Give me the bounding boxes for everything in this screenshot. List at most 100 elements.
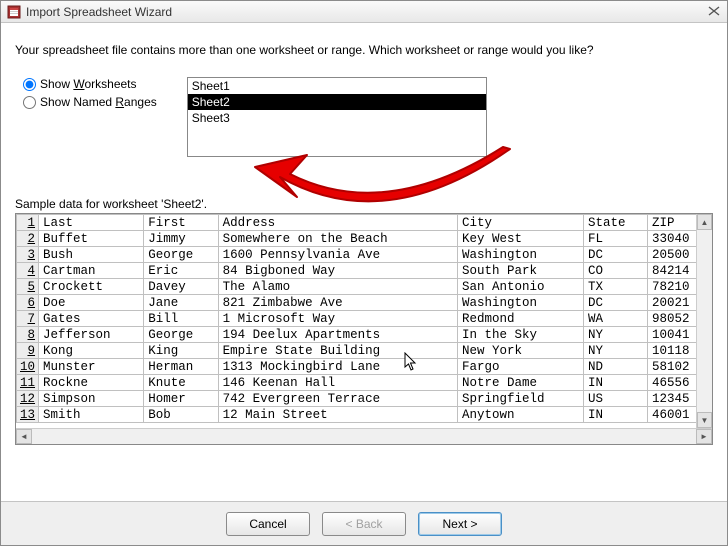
table-cell: Key West (458, 231, 584, 247)
scroll-right-icon[interactable]: ► (696, 429, 712, 444)
table-cell: Buffet (39, 231, 144, 247)
scroll-down-icon[interactable]: ▼ (697, 412, 712, 428)
table-cell: Washington (458, 295, 584, 311)
row-number: 4 (17, 263, 39, 279)
table-cell: 12 Main Street (218, 407, 457, 423)
sheet-item[interactable]: Sheet2 (188, 94, 486, 110)
scroll-track[interactable] (32, 429, 696, 444)
table-cell: In the Sky (458, 327, 584, 343)
row-number: 5 (17, 279, 39, 295)
table-cell: WA (583, 311, 647, 327)
scroll-left-icon[interactable]: ◄ (16, 429, 32, 444)
row-number: 11 (17, 375, 39, 391)
row-number: 7 (17, 311, 39, 327)
table-cell: Cartman (39, 263, 144, 279)
table-cell: Davey (144, 279, 218, 295)
table-cell: 84 Bigboned Way (218, 263, 457, 279)
table-row: 10MunsterHerman1313 Mockingbird LaneFarg… (17, 359, 712, 375)
table-cell: Kong (39, 343, 144, 359)
table-cell: George (144, 247, 218, 263)
table-row: 8JeffersonGeorge194 Deelux ApartmentsIn … (17, 327, 712, 343)
row-number: 2 (17, 231, 39, 247)
table-cell: The Alamo (218, 279, 457, 295)
table-cell: Bush (39, 247, 144, 263)
sample-grid: 1LastFirstAddressCityStateZIP2BuffetJimm… (15, 213, 713, 445)
table-cell: Jimmy (144, 231, 218, 247)
row-number: 6 (17, 295, 39, 311)
close-button[interactable] (705, 3, 723, 19)
table-cell: 1 Microsoft Way (218, 311, 457, 327)
table-cell: Jane (144, 295, 218, 311)
window-title: Import Spreadsheet Wizard (26, 5, 172, 19)
table-cell: Knute (144, 375, 218, 391)
table-cell: Munster (39, 359, 144, 375)
table-cell: Bill (144, 311, 218, 327)
table-cell: Simpson (39, 391, 144, 407)
table-cell: ND (583, 359, 647, 375)
titlebar: Import Spreadsheet Wizard (1, 1, 727, 23)
radio-show-named-ranges-input[interactable] (23, 96, 36, 109)
table-cell: NY (583, 327, 647, 343)
column-header: State (583, 215, 647, 231)
table-cell: Washington (458, 247, 584, 263)
intro-text: Your spreadsheet file contains more than… (15, 43, 713, 57)
radio-show-worksheets[interactable]: Show Worksheets (23, 77, 157, 91)
table-row: 9KongKingEmpire State BuildingNew YorkNY… (17, 343, 712, 359)
next-button[interactable]: Next > (418, 512, 502, 536)
table-row: 6DoeJane821 Zimbabwe AveWashingtonDC2002… (17, 295, 712, 311)
table-cell: Doe (39, 295, 144, 311)
table-row: 13SmithBob12 Main StreetAnytownIN46001 (17, 407, 712, 423)
table-cell: Fargo (458, 359, 584, 375)
table-cell: King (144, 343, 218, 359)
table-cell: 146 Keenan Hall (218, 375, 457, 391)
table-cell: IN (583, 407, 647, 423)
table-cell: Somewhere on the Beach (218, 231, 457, 247)
scroll-up-icon[interactable]: ▲ (697, 214, 712, 230)
column-header: Address (218, 215, 457, 231)
table-cell: Homer (144, 391, 218, 407)
table-row: 11RockneKnute146 Keenan HallNotre DameIN… (17, 375, 712, 391)
row-number: 1 (17, 215, 39, 231)
back-button[interactable]: < Back (322, 512, 406, 536)
sheet-listbox[interactable]: Sheet1Sheet2Sheet3 (187, 77, 487, 157)
table-cell: TX (583, 279, 647, 295)
table-cell: IN (583, 375, 647, 391)
table-cell: Smith (39, 407, 144, 423)
table-cell: CO (583, 263, 647, 279)
sheet-item[interactable]: Sheet3 (188, 110, 486, 126)
sample-table: 1LastFirstAddressCityStateZIP2BuffetJimm… (16, 214, 712, 423)
table-cell: FL (583, 231, 647, 247)
cancel-button[interactable]: Cancel (226, 512, 310, 536)
row-number: 9 (17, 343, 39, 359)
table-cell: Anytown (458, 407, 584, 423)
row-number: 12 (17, 391, 39, 407)
table-row: 2BuffetJimmySomewhere on the BeachKey We… (17, 231, 712, 247)
sheet-item[interactable]: Sheet1 (188, 78, 486, 94)
button-bar: Cancel < Back Next > (1, 501, 727, 545)
radio-show-worksheets-label: Show Worksheets (40, 77, 137, 91)
column-header: City (458, 215, 584, 231)
table-cell: Jefferson (39, 327, 144, 343)
sample-data-label: Sample data for worksheet 'Sheet2'. (15, 197, 713, 211)
table-cell: Notre Dame (458, 375, 584, 391)
table-cell: Springfield (458, 391, 584, 407)
table-cell: San Antonio (458, 279, 584, 295)
row-number: 8 (17, 327, 39, 343)
table-cell: 1600 Pennsylvania Ave (218, 247, 457, 263)
row-number: 3 (17, 247, 39, 263)
vertical-scrollbar[interactable]: ▲ ▼ (696, 214, 712, 428)
table-cell: Redmond (458, 311, 584, 327)
radio-show-named-ranges[interactable]: Show Named Ranges (23, 95, 157, 109)
table-cell: Bob (144, 407, 218, 423)
horizontal-scrollbar[interactable]: ◄ ► (16, 428, 712, 444)
row-number: 10 (17, 359, 39, 375)
app-icon (7, 5, 21, 19)
table-row: 7GatesBill1 Microsoft WayRedmondWA98052 (17, 311, 712, 327)
import-spreadsheet-wizard: Import Spreadsheet Wizard Your spreadshe… (0, 0, 728, 546)
table-row: 4CartmanEric84 Bigboned WaySouth ParkCO8… (17, 263, 712, 279)
radio-show-worksheets-input[interactable] (23, 78, 36, 91)
table-cell: Eric (144, 263, 218, 279)
table-cell: 821 Zimbabwe Ave (218, 295, 457, 311)
table-cell: NY (583, 343, 647, 359)
table-cell: Gates (39, 311, 144, 327)
